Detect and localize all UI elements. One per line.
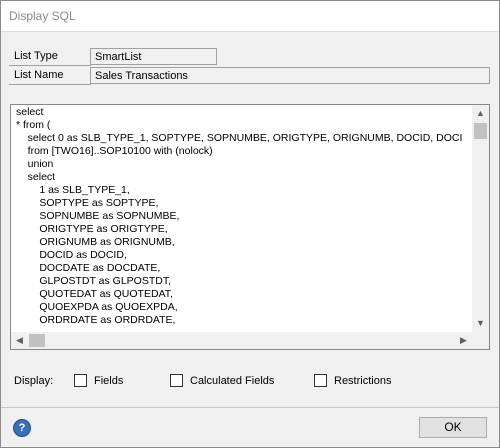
sql-line: 1 as SLB_TYPE_1, [16, 184, 130, 196]
sql-line: select [16, 106, 44, 118]
title-divider [1, 31, 499, 32]
scroll-up-icon[interactable]: ▲ [472, 105, 489, 122]
list-type-value: SmartList [90, 48, 217, 65]
scroll-corner [472, 332, 489, 349]
list-name-value: Sales Transactions [90, 67, 490, 84]
window-title: Display SQL [9, 9, 76, 23]
vertical-scrollbar[interactable]: ▲ ▼ [472, 105, 489, 332]
sql-line: ORIGTYPE as ORIGTYPE, [16, 223, 168, 235]
title-bar[interactable]: Display SQL [1, 1, 499, 31]
list-name-label: List Name [14, 69, 64, 81]
restrictions-option[interactable]: Restrictions [314, 374, 404, 388]
scroll-down-icon[interactable]: ▼ [472, 315, 489, 332]
sql-line: union [16, 158, 54, 170]
sql-line: from [TWO16]..SOP10100 with (nolock) [16, 145, 213, 157]
calculated-fields-checkbox[interactable] [170, 374, 183, 387]
scroll-right-icon[interactable]: ▶ [455, 332, 472, 349]
sql-line: DOCDATE as DOCDATE, [16, 262, 161, 274]
list-type-label: List Type [14, 50, 58, 62]
calculated-fields-checkbox-label: Calculated Fields [190, 375, 275, 387]
sql-line: select 0 as SLB_TYPE_1, SOPTYPE, SOPNUMB… [16, 132, 463, 144]
fields-checkbox[interactable] [74, 374, 87, 387]
calculated-fields-option[interactable]: Calculated Fields [170, 374, 280, 388]
sql-line: ORIGNUMB as ORIGNUMB, [16, 236, 175, 248]
sql-line: QUOEXPDA as QUOEXPDA, [16, 301, 178, 313]
list-name-underline [9, 84, 91, 85]
fields-checkbox-label: Fields [94, 375, 124, 387]
sql-text-area[interactable]: select * from ( select 0 as SLB_TYPE_1, S… [10, 104, 490, 350]
sql-text[interactable]: select * from ( select 0 as SLB_TYPE_1, S… [16, 106, 472, 330]
sql-line: select [16, 171, 56, 183]
restrictions-checkbox-label: Restrictions [334, 375, 392, 387]
help-icon[interactable]: ? [13, 419, 31, 437]
sql-line: QUOTEDAT as QUOTEDAT, [16, 288, 173, 300]
horizontal-scrollbar[interactable]: ◀ ▶ [11, 332, 472, 349]
sql-line: SOPNUMBE as SOPNUMBE, [16, 210, 180, 222]
display-label: Display: [14, 375, 54, 387]
scroll-left-icon[interactable]: ◀ [11, 332, 28, 349]
sql-line: * from ( [16, 119, 51, 131]
sql-line: SOPTYPE as SOPTYPE, [16, 197, 159, 209]
restrictions-checkbox[interactable] [314, 374, 327, 387]
display-sql-window: Display SQL List Type SmartList List Nam… [0, 0, 500, 448]
sql-line: ORDRDATE as ORDRDATE, [16, 314, 176, 326]
ok-button[interactable]: OK [419, 417, 487, 438]
sql-line: DOCID as DOCID, [16, 249, 127, 261]
list-type-underline [9, 65, 91, 66]
vertical-scroll-thumb[interactable] [474, 123, 487, 139]
fields-option[interactable]: Fields [74, 374, 134, 388]
footer-bar: ? OK [1, 408, 499, 447]
horizontal-scroll-thumb[interactable] [29, 334, 45, 347]
sql-line: GLPOSTDT as GLPOSTDT, [16, 275, 172, 287]
